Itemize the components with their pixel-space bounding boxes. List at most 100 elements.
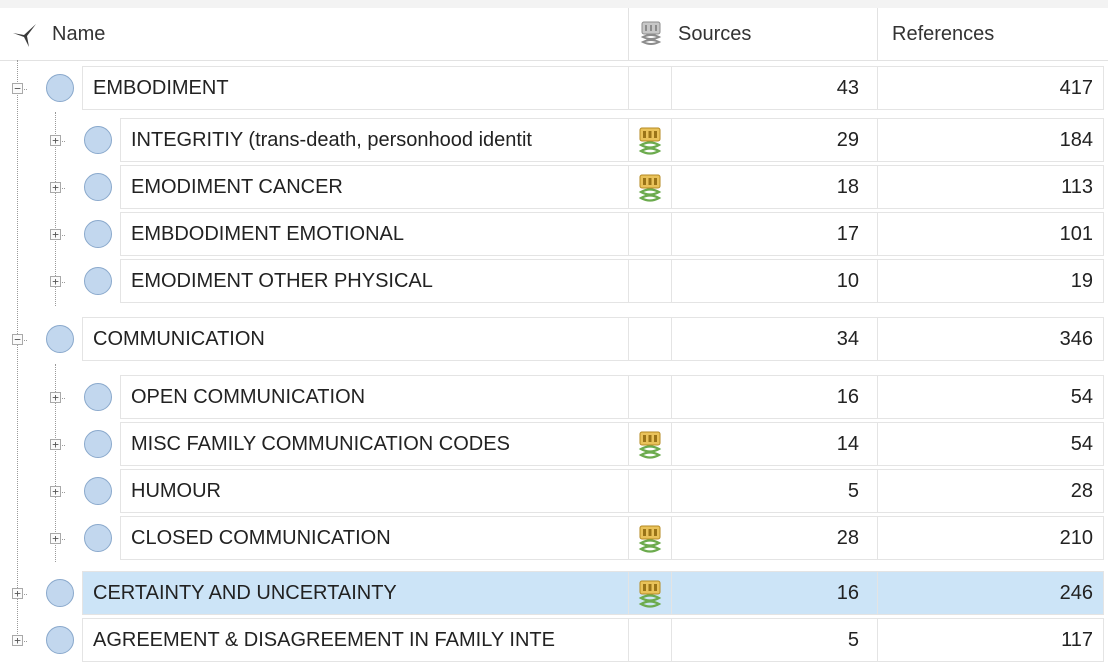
- references-column-header[interactable]: References: [877, 8, 1108, 60]
- references-column-label: References: [892, 22, 995, 45]
- aggregate-cell[interactable]: [628, 375, 672, 419]
- node-icon: [84, 267, 112, 295]
- references-count: 417: [877, 66, 1104, 110]
- aggregate-column-header[interactable]: [628, 8, 672, 60]
- tree-node-row[interactable]: + CERTAINTY AND UNCERTAINTY 16 246: [0, 571, 1108, 617]
- sources-count: 17: [672, 212, 877, 256]
- references-count: 117: [877, 618, 1104, 662]
- node-icon: [84, 383, 112, 411]
- aggregate-cell[interactable]: [628, 118, 672, 162]
- aggregate-cell[interactable]: [628, 66, 672, 110]
- node-name[interactable]: OPEN COMMUNICATION: [120, 375, 628, 419]
- node-icon: [46, 579, 74, 607]
- collapse-toggle-icon[interactable]: −: [12, 334, 23, 345]
- aggregate-icon: [638, 174, 662, 202]
- node-name[interactable]: COMMUNICATION: [82, 317, 628, 361]
- node-name[interactable]: CERTAINTY AND UNCERTAINTY: [82, 571, 628, 615]
- references-count: 54: [877, 375, 1104, 419]
- references-count: 210: [877, 516, 1104, 560]
- sources-count: 14: [672, 422, 877, 466]
- node-icon: [84, 173, 112, 201]
- node-name[interactable]: EMODIMENT OTHER PHYSICAL: [120, 259, 628, 303]
- tree-node-row[interactable]: − COMMUNICATION 34 346: [0, 317, 1108, 363]
- tree-node-row[interactable]: − EMBODIMENT 43 417: [0, 66, 1108, 112]
- node-name[interactable]: AGREEMENT & DISAGREEMENT IN FAMILY INTE: [82, 618, 628, 662]
- node-name[interactable]: EMODIMENT CANCER: [120, 165, 628, 209]
- sources-count: 18: [672, 165, 877, 209]
- references-count: 346: [877, 317, 1104, 361]
- expand-toggle-icon[interactable]: +: [50, 182, 61, 193]
- sources-column-header[interactable]: Sources: [672, 8, 877, 60]
- aggregate-icon: [638, 127, 662, 155]
- tree-child-row[interactable]: + EMODIMENT OTHER PHYSICAL 10 19: [0, 259, 1108, 305]
- aggregate-cell[interactable]: [628, 317, 672, 361]
- aggregate-icon: [638, 431, 662, 459]
- node-name[interactable]: INTEGRITIY (trans-death, personhood iden…: [120, 118, 628, 162]
- references-count: 113: [877, 165, 1104, 209]
- sources-count: 34: [672, 317, 877, 361]
- tree-node-row[interactable]: + AGREEMENT & DISAGREEMENT IN FAMILY INTE…: [0, 618, 1108, 662]
- references-count: 101: [877, 212, 1104, 256]
- column-header: Name Sources References: [0, 8, 1108, 61]
- node-name[interactable]: MISC FAMILY COMMUNICATION CODES: [120, 422, 628, 466]
- node-icon: [46, 325, 74, 353]
- sources-count: 16: [672, 571, 877, 615]
- aggregate-icon: [640, 21, 661, 45]
- node-icon: [84, 126, 112, 154]
- expand-toggle-icon[interactable]: +: [12, 635, 23, 646]
- expand-toggle-icon[interactable]: +: [50, 276, 61, 287]
- expand-toggle-icon[interactable]: +: [50, 135, 61, 146]
- references-count: 28: [877, 469, 1104, 513]
- tree-child-row[interactable]: + CLOSED COMMUNICATION 28 210: [0, 516, 1108, 562]
- tree-child-row[interactable]: + INTEGRITIY (trans-death, personhood ide…: [0, 118, 1108, 164]
- expand-toggle-icon[interactable]: +: [50, 533, 61, 544]
- node-icon: [84, 430, 112, 458]
- aggregate-cell[interactable]: [628, 259, 672, 303]
- tree-child-row[interactable]: + HUMOUR 5 28: [0, 469, 1108, 515]
- tree-child-row[interactable]: + EMBDODIMENT EMOTIONAL 17 101: [0, 212, 1108, 258]
- node-name[interactable]: EMBDODIMENT EMOTIONAL: [120, 212, 628, 256]
- aggregate-cell[interactable]: [628, 422, 672, 466]
- sources-count: 5: [672, 469, 877, 513]
- expand-toggle-icon[interactable]: +: [50, 486, 61, 497]
- sources-count: 28: [672, 516, 877, 560]
- name-column-label: Name: [52, 22, 106, 45]
- collapse-toggle-icon[interactable]: −: [12, 83, 23, 94]
- name-column-header[interactable]: Name: [0, 8, 628, 60]
- tree-child-row[interactable]: + OPEN COMMUNICATION 16 54: [0, 375, 1108, 421]
- node-name[interactable]: HUMOUR: [120, 469, 628, 513]
- expand-toggle-icon[interactable]: +: [50, 392, 61, 403]
- node-name[interactable]: CLOSED COMMUNICATION: [120, 516, 628, 560]
- references-count: 19: [877, 259, 1104, 303]
- node-list-view: Name Sources References − EMBODIMENT 43 417…: [0, 0, 1108, 662]
- expand-toggle-icon[interactable]: +: [50, 229, 61, 240]
- aggregate-cell[interactable]: [628, 571, 672, 615]
- node-icon: [46, 626, 74, 654]
- sources-column-label: Sources: [678, 22, 752, 45]
- aggregate-cell[interactable]: [628, 516, 672, 560]
- aggregate-cell[interactable]: [628, 212, 672, 256]
- sources-count: 29: [672, 118, 877, 162]
- expand-toggle-icon[interactable]: +: [50, 439, 61, 450]
- aggregate-icon: [638, 580, 662, 608]
- expand-toggle-icon[interactable]: +: [12, 588, 23, 599]
- aggregate-icon: [638, 525, 662, 553]
- node-name[interactable]: EMBODIMENT: [82, 66, 628, 110]
- sources-count: 5: [672, 618, 877, 662]
- tree-child-row[interactable]: + EMODIMENT CANCER 18 113: [0, 165, 1108, 211]
- node-icon: [46, 74, 74, 102]
- sources-count: 16: [672, 375, 877, 419]
- node-icon: [84, 477, 112, 505]
- top-strip: [0, 0, 1108, 8]
- references-count: 54: [877, 422, 1104, 466]
- aggregate-cell[interactable]: [628, 618, 672, 662]
- node-icon: [84, 220, 112, 248]
- sources-count: 10: [672, 259, 877, 303]
- node-icon: [84, 524, 112, 552]
- aggregate-cell[interactable]: [628, 469, 672, 513]
- aggregate-cell[interactable]: [628, 165, 672, 209]
- references-count: 184: [877, 118, 1104, 162]
- references-count: 246: [877, 571, 1104, 615]
- tree-child-row[interactable]: + MISC FAMILY COMMUNICATION CODES 14 54: [0, 422, 1108, 468]
- sources-count: 43: [672, 66, 877, 110]
